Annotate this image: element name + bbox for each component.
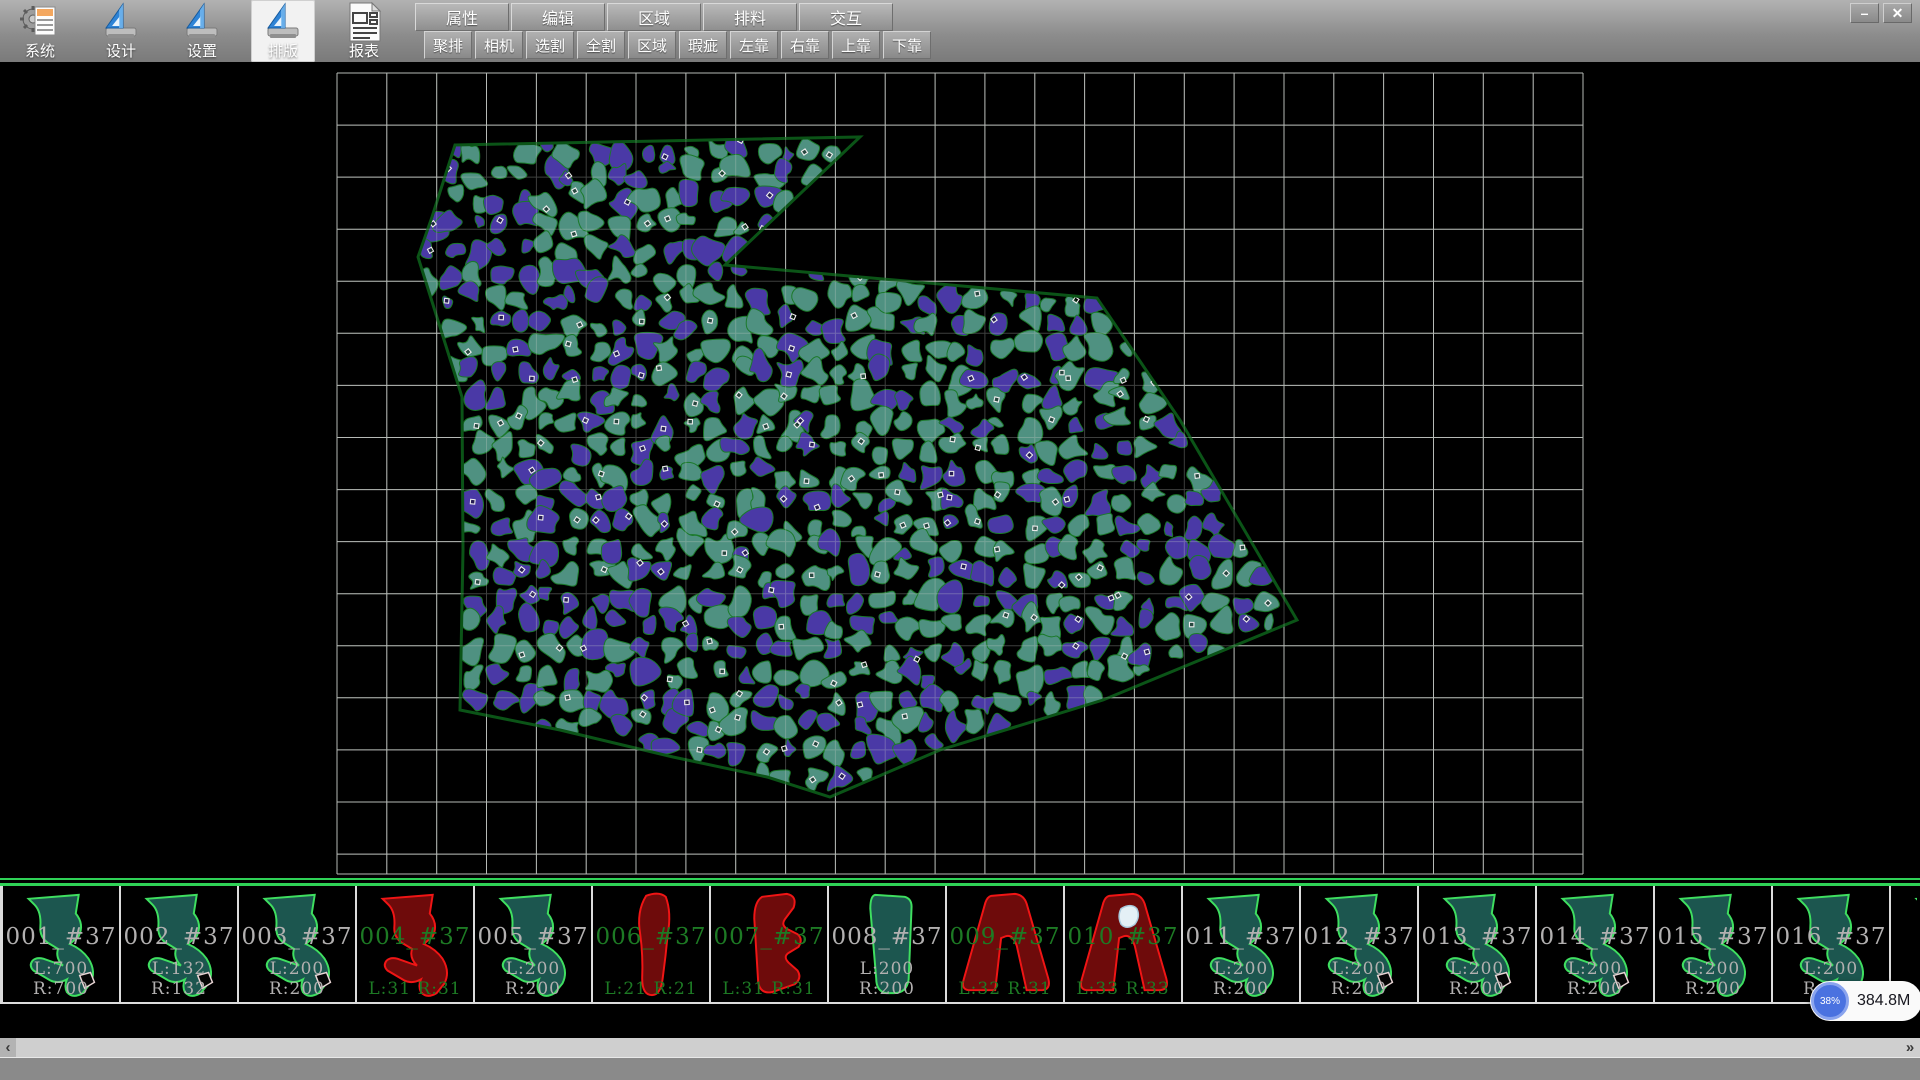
report-doc-icon xyxy=(342,1,386,43)
main-button-label: 设置 xyxy=(187,43,217,60)
triangle-ruler-icon xyxy=(180,1,224,43)
main-button-5[interactable]: 报表 xyxy=(332,0,396,62)
piece-thumbnail-9[interactable]: 009_#37 L:32 R:31 xyxy=(947,886,1065,1002)
piece-lr-label: L:200 R:200 xyxy=(1301,959,1417,999)
menu-button-3[interactable]: 区域 xyxy=(607,3,701,31)
tool-button-8[interactable]: 右靠 xyxy=(781,31,829,59)
piece-lr-label: L:200 R:200 xyxy=(239,959,355,999)
main-button-2[interactable]: 设计 xyxy=(89,0,153,62)
scroll-right-arrow[interactable]: » xyxy=(1900,1038,1920,1057)
piece-thumbnail-7[interactable]: 007_#37 L:31 R:31 xyxy=(711,886,829,1002)
document xyxy=(35,7,55,35)
piece-name-label: 003_#37 xyxy=(239,924,355,950)
tool-button-4[interactable]: 全割 xyxy=(577,31,625,59)
memory-percent-label: 38% xyxy=(1820,996,1840,1007)
piece-name-label: 012_#37 xyxy=(1301,924,1417,950)
main-button-3[interactable]: 设置 xyxy=(170,0,234,62)
tool-button-3[interactable]: 选割 xyxy=(526,31,574,59)
main-button-label: 报表 xyxy=(349,43,379,60)
piece-thumbnail-13[interactable]: 013_#37 L:200 R:200 xyxy=(1419,886,1537,1002)
main-button-label: 设计 xyxy=(106,43,136,60)
scroll-track[interactable] xyxy=(16,1038,1900,1057)
piece-lr-label: L:200 R:200 xyxy=(1183,959,1299,999)
piece-thumbnail-14[interactable]: 014_#37 L:200 R:200 xyxy=(1537,886,1655,1002)
piece-thumbnail-6[interactable]: 006_#37 L:21 R:21 xyxy=(593,886,711,1002)
piece-thumbnail-8[interactable]: 008_#37 L:200 R:200 xyxy=(829,886,947,1002)
tool-button-7[interactable]: 左靠 xyxy=(730,31,778,59)
piece-name-label: 002_#37 xyxy=(121,924,237,950)
piece-thumbnail-3[interactable]: 003_#37 L:200 R:200 xyxy=(239,886,357,1002)
piece-thumbnail-2[interactable]: 002_#37 L:132 R:132 xyxy=(121,886,239,1002)
piece-name-label: 007_#37 xyxy=(711,924,827,950)
main-button-4[interactable]: 排版 xyxy=(251,0,315,62)
minimize-button[interactable]: – xyxy=(1850,3,1879,23)
tool-button-1[interactable]: 聚排 xyxy=(424,31,472,59)
piece-name-label: 004_#37 xyxy=(357,924,473,950)
memory-size-label: 384.8M xyxy=(1857,992,1910,1010)
piece-name-label: 010_#37 xyxy=(1065,924,1181,950)
piece-thumbnail-15[interactable]: 015_#37 L:200 R:200 xyxy=(1655,886,1773,1002)
menu-button-5[interactable]: 交互 xyxy=(799,3,893,31)
toolbar: 系统 设计 设置 排版 xyxy=(0,0,1920,63)
scroll-left-arrow[interactable]: ‹ xyxy=(0,1038,16,1057)
piece-thumbnail-5[interactable]: 005_#37 L:200 R:200 xyxy=(475,886,593,1002)
main-button-1[interactable]: 系统 xyxy=(8,0,72,62)
status-bar xyxy=(0,1057,1920,1080)
piece-name-label: 001_#37 xyxy=(3,924,119,950)
close-button[interactable]: ✕ xyxy=(1883,3,1912,23)
tool-row: 聚排相机选割全割区域瑕疵左靠右靠上靠下靠 xyxy=(424,31,931,59)
piece-lr-label: L:132 R:132 xyxy=(121,959,237,999)
tool-button-9[interactable]: 上靠 xyxy=(832,31,880,59)
nesting-canvas[interactable] xyxy=(0,62,1920,878)
piece-name-label: 014_#37 xyxy=(1537,924,1653,950)
piece-name-label: 015_#37 xyxy=(1655,924,1771,950)
memory-percent-badge: 38% xyxy=(1811,982,1849,1020)
piece-thumbnail-1[interactable]: 001_#37 L:700 R:700 xyxy=(0,886,121,1002)
piece-thumbnail-12[interactable]: 012_#37 L:200 R:200 xyxy=(1301,886,1419,1002)
nesting-app-window: 系统 设计 设置 排版 xyxy=(0,0,1920,1080)
piece-lr-label: L:33 R:33 xyxy=(1065,979,1181,999)
window-controls: – ✕ xyxy=(1850,3,1912,23)
piece-lr-label: L:200 R:200 xyxy=(1655,959,1771,999)
strip-bottom-gap xyxy=(0,1006,1920,1038)
pieces-strip: 001_#37 L:700 R:700 002_#37 L:132 R:132 … xyxy=(0,886,1920,1004)
triangle-ruler-icon xyxy=(261,1,305,43)
piece-name-label: 005_#37 xyxy=(475,924,591,950)
piece-lr-label: L:31 R:31 xyxy=(357,979,473,999)
triangle-ruler-icon xyxy=(99,1,143,43)
tool-button-10[interactable]: 下靠 xyxy=(883,31,931,59)
main-button-label: 系统 xyxy=(25,43,55,60)
piece-lr-label: L:700 R:700 xyxy=(3,959,119,999)
piece-lr-label: L:200 R:200 xyxy=(475,959,591,999)
piece-name-label: 011_#37 xyxy=(1183,924,1299,950)
system-gear-icon xyxy=(18,1,62,43)
strip-separator-line xyxy=(0,878,1920,886)
main-icon-bar: 系统 设计 设置 排版 xyxy=(8,0,396,62)
memory-badge[interactable]: 38% 384.8M xyxy=(1810,981,1920,1021)
canvas-svg xyxy=(0,62,1920,878)
piece-name-label: 008_#37 xyxy=(829,924,945,950)
tool-button-6[interactable]: 瑕疵 xyxy=(679,31,727,59)
menu-button-1[interactable]: 属性 xyxy=(415,3,509,31)
horizontal-scrollbar[interactable]: ‹ » xyxy=(0,1038,1920,1057)
main-button-label: 排版 xyxy=(268,43,298,60)
piece-lr-label: L:200 R:200 xyxy=(829,959,945,999)
piece-name-label: 009_#37 xyxy=(947,924,1063,950)
piece-lr-label: L:31 R:31 xyxy=(711,979,827,999)
piece-name-label: 016_#37 xyxy=(1773,924,1889,950)
piece-name-label: 013_#37 xyxy=(1419,924,1535,950)
tool-button-5[interactable]: 区域 xyxy=(628,31,676,59)
piece-lr-label: L:21 R:21 xyxy=(593,979,709,999)
tool-button-2[interactable]: 相机 xyxy=(475,31,523,59)
piece-thumbnail-10[interactable]: 010_#37 L:33 R:33 xyxy=(1065,886,1183,1002)
piece-lr-label: L:200 R:200 xyxy=(1537,959,1653,999)
piece-name-label: 006_#37 xyxy=(593,924,709,950)
menu-button-4[interactable]: 排料 xyxy=(703,3,797,31)
menu-row: 属性编辑区域排料交互 xyxy=(415,3,893,31)
piece-thumbnail-11[interactable]: 011_#37 L:200 R:200 xyxy=(1183,886,1301,1002)
menu-button-2[interactable]: 编辑 xyxy=(511,3,605,31)
piece-thumbnail-4[interactable]: 004_#37 L:31 R:31 xyxy=(357,886,475,1002)
piece-lr-label: L:200 R:200 xyxy=(1419,959,1535,999)
piece-lr-label: L:32 R:31 xyxy=(947,979,1063,999)
